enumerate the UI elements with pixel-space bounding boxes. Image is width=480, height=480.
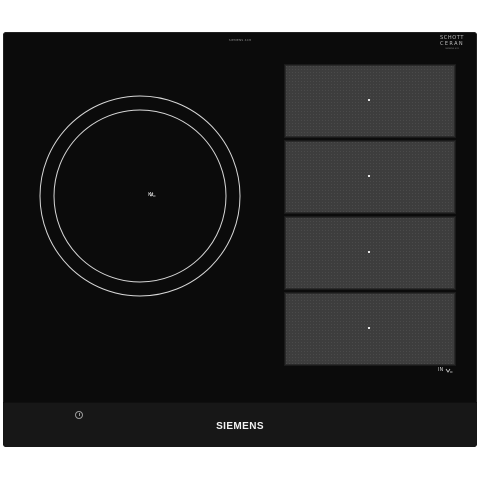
flex-zone-label-text: IN: [438, 367, 444, 373]
power-level-icon: [148, 192, 156, 197]
power-icon[interactable]: [75, 411, 83, 419]
control-strip: SIEMENS: [3, 402, 477, 447]
zone-center-dot: [368, 327, 370, 329]
flex-zone-pad-1[interactable]: [285, 65, 455, 137]
zone-center-dot: [368, 175, 370, 177]
round-cooking-zone[interactable]: IN: [38, 85, 242, 307]
flex-zone-group: [285, 65, 455, 369]
ceran-logo-line2: CERAN: [439, 41, 465, 47]
cooktop-surface: SIEMENS 4C8 SCHOTT CERAN SIEMENS 4C8 IN: [3, 32, 477, 447]
flex-zone-pad-4[interactable]: [285, 293, 455, 365]
brand-logo: SIEMENS: [216, 421, 264, 432]
power-level-icon: [445, 368, 453, 373]
flex-zone-label: IN: [438, 367, 453, 373]
inner-ring: [53, 109, 227, 283]
zone-center-dot: [368, 99, 370, 101]
outer-ring: [39, 95, 241, 297]
flex-zone-pad-3[interactable]: [285, 217, 455, 289]
ceran-logo-line3: SIEMENS 4C8: [445, 48, 459, 50]
zone-center-dot: [368, 251, 370, 253]
round-zone-label: IN: [148, 192, 156, 198]
flex-zone-pad-2[interactable]: [285, 141, 455, 213]
round-zone-rings: [39, 95, 241, 297]
top-marking-text: SIEMENS 4C8: [228, 38, 252, 42]
ceran-logo: SCHOTT CERAN SIEMENS 4C8: [437, 35, 467, 50]
